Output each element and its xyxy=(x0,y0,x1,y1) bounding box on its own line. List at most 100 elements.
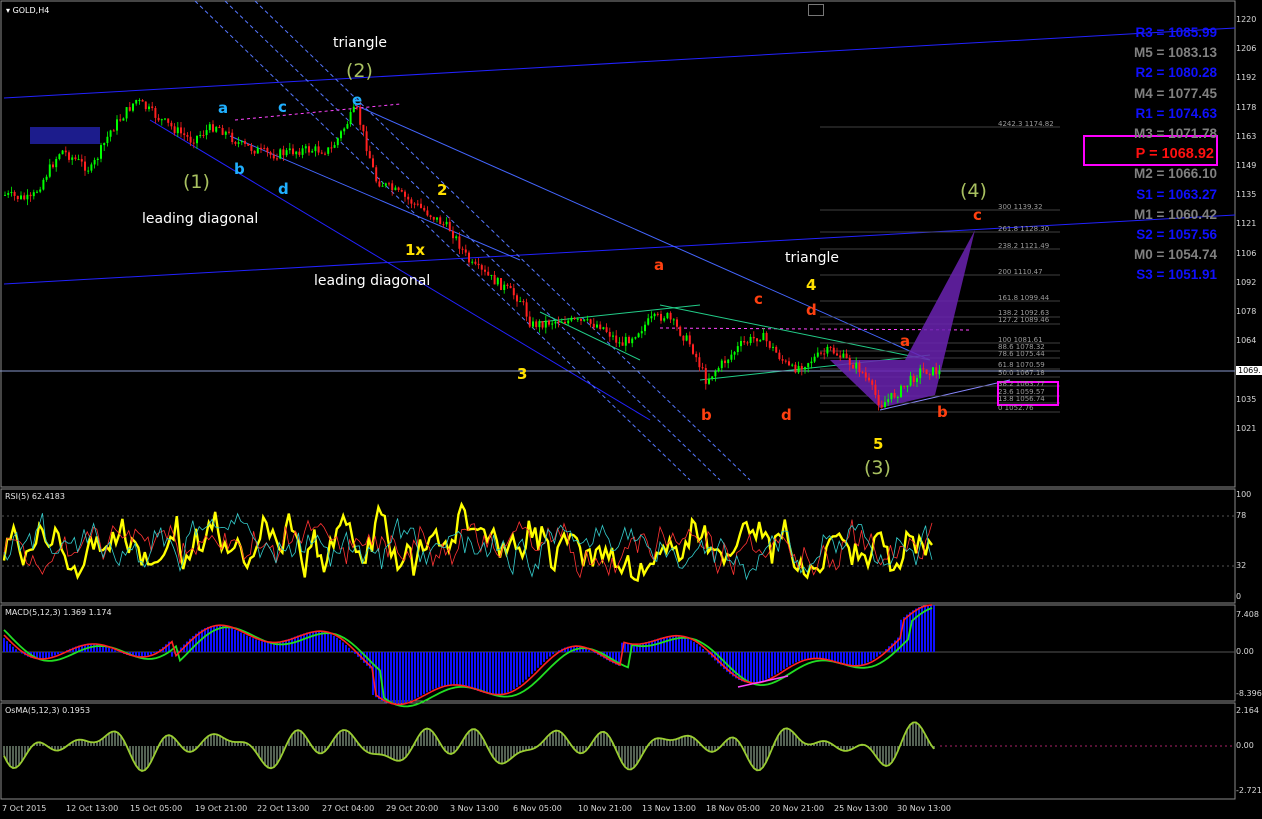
candle-body xyxy=(506,284,509,286)
candle-body xyxy=(663,318,666,321)
wave-d-red: d xyxy=(806,301,817,319)
candle-body xyxy=(644,324,646,332)
candle-body xyxy=(20,195,22,200)
osma-histogram xyxy=(3,722,935,771)
candle-body xyxy=(864,372,867,378)
triangle-label: triangle xyxy=(333,35,387,51)
candle-body xyxy=(208,124,211,131)
candle-body xyxy=(813,356,816,362)
candle-body xyxy=(919,368,922,379)
candle-body xyxy=(829,346,832,348)
candle-body xyxy=(202,135,205,137)
candle-body xyxy=(634,337,637,339)
candle-body xyxy=(141,100,144,102)
candle-body xyxy=(144,101,147,110)
candle-body xyxy=(695,353,698,358)
pivot-level: M0 = 1054.74 xyxy=(1134,247,1217,263)
candle-body xyxy=(343,128,346,132)
pivot-level: M2 = 1066.10 xyxy=(1134,166,1217,182)
fib-label: 78.6 1075.44 xyxy=(998,350,1045,358)
candle-body xyxy=(100,145,102,159)
candle-body xyxy=(541,321,544,328)
candle-body xyxy=(192,142,195,144)
candle-body xyxy=(327,147,330,154)
candle-body xyxy=(720,360,723,369)
candle-body xyxy=(442,224,445,226)
pivot-level: S2 = 1057.56 xyxy=(1136,227,1217,242)
candle-body xyxy=(528,316,531,327)
candle-body xyxy=(276,158,278,160)
rsi-axis-tick: 0 xyxy=(1236,592,1242,601)
candle-body xyxy=(439,217,442,225)
candle-body xyxy=(624,336,627,346)
candle-body xyxy=(916,378,918,382)
candle-body xyxy=(10,192,13,194)
candle-body xyxy=(154,108,157,118)
candle-body xyxy=(52,164,54,168)
candle-body xyxy=(912,375,915,382)
time-tick: 3 Nov 13:00 xyxy=(450,804,499,813)
candle-body xyxy=(477,263,480,266)
wave-a-red-2: a xyxy=(900,332,911,350)
pivot-level: R1 = 1074.63 xyxy=(1135,105,1217,121)
wave-d-red-2: d xyxy=(781,406,792,424)
candle-body xyxy=(522,301,525,303)
candle-body xyxy=(724,360,726,364)
candle-body xyxy=(231,132,234,143)
candle-body xyxy=(468,252,470,263)
candle-body xyxy=(250,145,253,151)
fib-label: 4242.3 1174.82 xyxy=(998,120,1054,128)
candle-body xyxy=(816,352,819,357)
candle-body xyxy=(365,131,368,152)
wave-b-cyan: b xyxy=(234,160,245,178)
candle-body xyxy=(631,338,634,344)
chart-shift-icon[interactable] xyxy=(808,4,824,16)
candle-body xyxy=(218,126,221,128)
candle-body xyxy=(490,274,493,276)
leading-diagonal-label-2: leading diagonal xyxy=(314,273,431,289)
candle-body xyxy=(26,194,29,200)
chart-canvas[interactable] xyxy=(0,0,1262,819)
chart-title[interactable]: ▾ GOLD,H4 xyxy=(6,6,49,15)
candle-body xyxy=(282,149,285,156)
time-tick: 29 Oct 20:00 xyxy=(386,804,439,813)
rsi-title: RSI(5) 62.4183 xyxy=(5,492,65,501)
price-tick: 1192 xyxy=(1236,73,1257,83)
candle-body xyxy=(637,333,640,338)
harmonic-pattern xyxy=(830,230,975,408)
candle-body xyxy=(839,355,842,358)
candle-body xyxy=(74,157,77,160)
candle-body xyxy=(647,318,650,325)
candle-body xyxy=(791,364,794,366)
candle-body xyxy=(932,367,934,376)
price-tick: 1163 xyxy=(1236,131,1257,141)
candle-body xyxy=(823,353,826,355)
candle-body xyxy=(458,236,461,249)
macd-axis-tick: -8.396 xyxy=(1236,689,1262,698)
wave-a-cyan: a xyxy=(218,99,229,117)
candle-body xyxy=(736,346,739,353)
candle-body xyxy=(461,248,464,250)
candle-body xyxy=(925,369,928,375)
candle-body xyxy=(612,335,614,337)
candle-body xyxy=(580,318,582,321)
candle-body xyxy=(340,131,342,139)
candle-body xyxy=(852,364,854,369)
candle-body xyxy=(596,324,598,328)
wave-d-cyan: d xyxy=(278,180,289,198)
candle-body xyxy=(752,336,755,339)
candle-body xyxy=(426,210,429,216)
osma-axis-tick: 0.00 xyxy=(1236,741,1254,750)
candle-body xyxy=(880,405,883,408)
wave-c-cyan: c xyxy=(278,98,287,116)
time-tick: 30 Nov 13:00 xyxy=(897,804,951,813)
candle-body xyxy=(260,147,262,149)
fib-label: 238.2 1121.49 xyxy=(998,242,1050,250)
candle-body xyxy=(125,107,128,119)
macd-title: MACD(5,12,3) 1.369 1.174 xyxy=(5,608,112,617)
candle-body xyxy=(701,367,704,369)
candle-body xyxy=(698,357,701,368)
price-tick: 1064 xyxy=(1236,336,1257,346)
fib-label: 50.0 1067.18 xyxy=(998,369,1045,377)
candle-body xyxy=(874,384,877,395)
